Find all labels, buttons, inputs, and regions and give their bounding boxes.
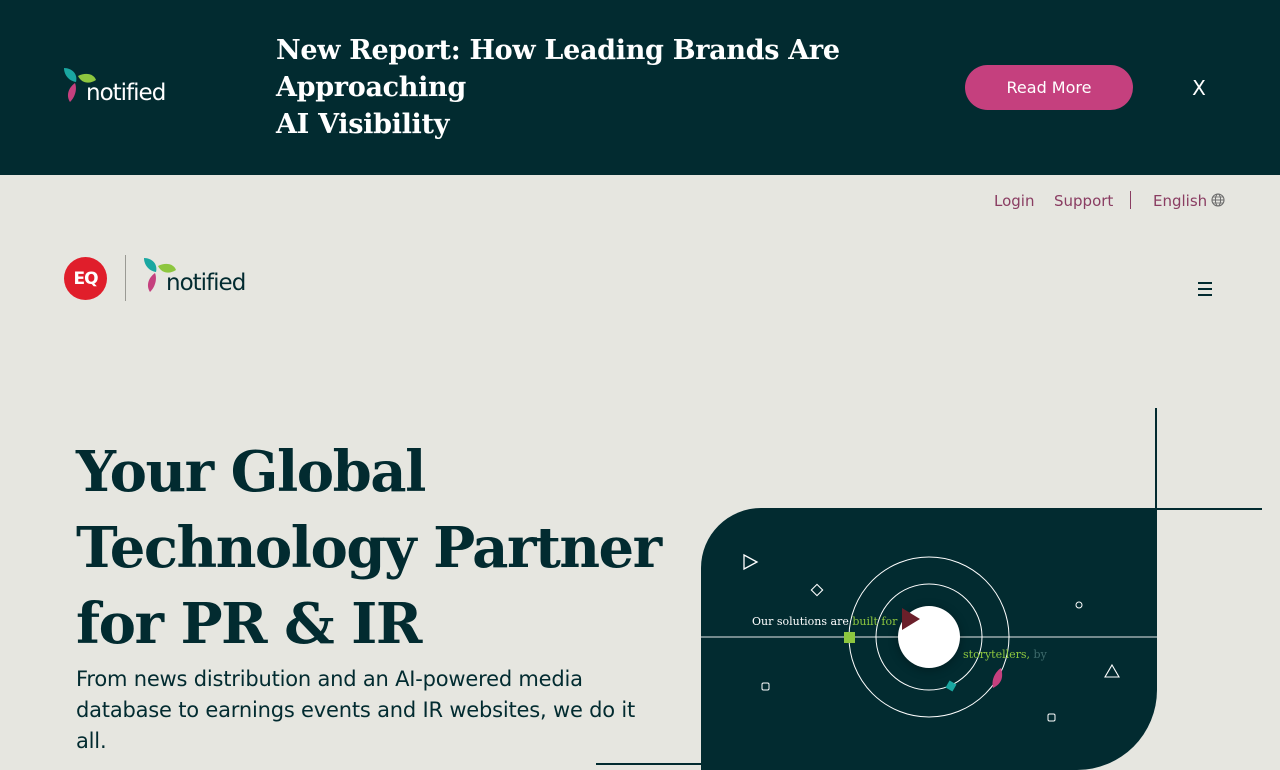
announcement-banner: notified New Report: How Leading Brands … [0,0,1280,175]
video-caption-highlight: built for [852,615,898,628]
banner-brand-wordmark: notified [86,80,166,106]
notified-logo[interactable]: notified [62,66,177,110]
close-banner-button[interactable]: X [1187,75,1211,101]
video-caption-second: storytellers, by [963,648,1047,661]
read-more-button[interactable]: Read More [965,65,1133,110]
eq-logo[interactable]: EQ [64,257,107,300]
header-logo-divider [125,255,126,301]
banner-title-line: Approaching [276,72,466,103]
banner-title-line: AI Visibility [276,109,450,140]
header-notified-logo[interactable]: notified [142,256,257,300]
play-button[interactable] [898,606,960,668]
video-caption-dim: by [1033,648,1047,661]
video-caption-storytellers: storytellers, [963,648,1034,661]
play-icon [902,608,920,630]
hero-title-line: Your Global [76,439,426,505]
utility-nav-divider [1130,191,1131,209]
support-link[interactable]: Support [1054,190,1113,212]
video-caption: Our solutions are built for [752,615,897,628]
menu-bar [1198,288,1212,290]
decorative-line-horizontal [1155,508,1262,510]
banner-title-line: New Report: How Leading Brands Are [276,35,840,66]
menu-bar [1198,294,1212,296]
hamburger-menu-icon[interactable] [1196,279,1214,299]
video-card[interactable]: Our solutions are built for storytellers… [701,508,1157,770]
hero-title-line: for PR & IR [76,591,422,657]
video-caption-start: Our solutions are [752,615,853,628]
menu-bar [1198,282,1212,284]
hero-title: Your Global Technology Partner for PR & … [76,434,676,662]
globe-icon[interactable] [1211,193,1225,207]
banner-title: New Report: How Leading Brands Are Appro… [276,32,846,143]
login-link[interactable]: Login [994,190,1034,212]
hero-subtitle: From news distribution and an AI-powered… [76,667,636,753]
decorative-line-bottom [596,763,706,765]
language-selector[interactable]: English [1153,190,1207,212]
hero-title-line: Technology Partner [76,515,662,581]
header-brand-wordmark: notified [166,270,246,296]
decorative-line-vertical [1155,408,1157,508]
